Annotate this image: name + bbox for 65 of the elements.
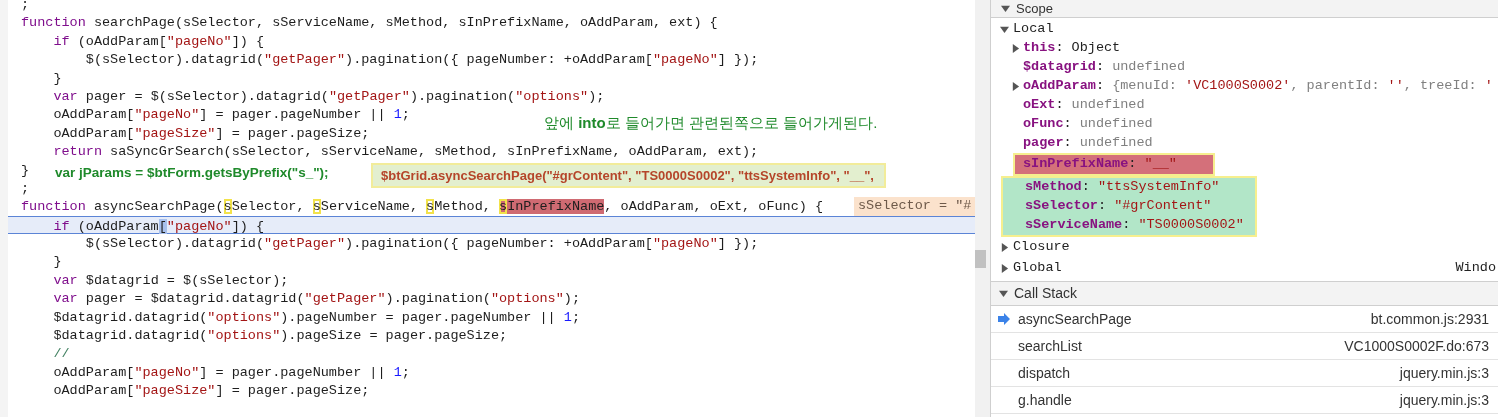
code-line: oAddParam["pageNo"] = pager.pageNumber || 1; xyxy=(52,363,410,382)
code-line: } xyxy=(21,161,30,180)
frame-location: bt.common.js:2931 xyxy=(1370,309,1489,329)
code-line: oAddParam["pageNo"] = pager.pageNumber || 1; xyxy=(52,106,410,125)
code-line: // xyxy=(52,345,70,364)
code-line: $(sSelector).datagrid("getPager").pagination({ pageNumber: +oAddParam["pageNo"] }); xyxy=(84,235,759,254)
annotation-note: var jParams = $btForm.getsByPrefix("s_"); xyxy=(55,164,329,182)
code-line: oAddParam["pageSize"] = pager.pageSize; xyxy=(52,124,370,143)
scope-title[interactable]: Local xyxy=(1013,19,1054,40)
scope-title[interactable]: Closure xyxy=(1013,237,1070,258)
code-line: return saSyncGrSearch(sSelector, sServiceName, sMethod, sInPrefixName, oAddParam, ext); xyxy=(52,143,759,162)
section-header[interactable]: Scope xyxy=(991,0,1498,18)
collapsed-triangle-icon[interactable] xyxy=(1000,264,1009,273)
frame-name: searchList xyxy=(1018,336,1082,356)
code-line: if (oAddParam["pageNo"]) { xyxy=(52,217,265,236)
section-title: Call Stack xyxy=(1014,284,1078,303)
scope-value: Windo xyxy=(1455,259,1496,278)
code-line: var pager = $(sSelector).datagrid("getPager").pagination("options"); xyxy=(52,87,605,106)
collapsed-triangle-icon[interactable] xyxy=(1000,243,1009,252)
code-line: if (oAddParam["pageNo"]) { xyxy=(52,32,265,51)
scope-variable: oExt: undefined xyxy=(1023,96,1145,115)
inline-value: sSelector = "# xyxy=(854,197,975,216)
call-frame[interactable]: asyncSearchPage bt.common.js:2931 xyxy=(991,306,1498,333)
frame-name: dispatch xyxy=(1018,363,1071,383)
current-frame-icon xyxy=(998,313,1010,325)
callout-box: $btGrid.asyncSearchPage("#grContent", "TS0000S0002", "ttsSystemInfo", "__", xyxy=(371,163,886,188)
scope-variable: $datagrid: undefined xyxy=(1023,58,1186,77)
call-frame[interactable]: dispatch jquery.min.js:3 xyxy=(991,360,1498,387)
code-line: $datagrid.datagrid("options").pageNumber = pager.pageNumber || 1; xyxy=(52,308,581,327)
call-frame[interactable]: g.handle jquery.min.js:3 xyxy=(991,387,1498,414)
code-line: var $datagrid = $(sSelector); xyxy=(52,271,289,290)
section-header[interactable]: Call Stack xyxy=(991,281,1498,306)
scrollbar-thumb[interactable] xyxy=(975,250,986,268)
collapsed-triangle-icon[interactable] xyxy=(1011,44,1020,53)
code-line: $(sSelector).datagrid("getPager").pagination({ pageNumber: +oAddParam["pageNo"] }); xyxy=(84,51,759,70)
code-line: ; xyxy=(21,0,30,14)
scope-title[interactable]: Global xyxy=(1013,258,1062,279)
code-line: } xyxy=(52,69,62,88)
frame-location: VC1000S0002F.do:673 xyxy=(1344,336,1489,356)
scope-variable: pager: undefined xyxy=(1023,134,1153,153)
scope-variable: sInPrefixName: "__" xyxy=(1023,155,1177,174)
expanded-triangle-icon[interactable] xyxy=(1001,4,1010,13)
section-title: Scope xyxy=(1016,0,1053,17)
scope-variable: sSelector: "#grContent" xyxy=(1025,197,1212,216)
code-line: var pager = $datagrid.datagrid("getPager").pagination("options"); xyxy=(52,290,581,309)
code-line: } xyxy=(52,253,62,272)
expanded-triangle-icon[interactable] xyxy=(1000,25,1009,34)
frame-location: jquery.min.js:3 xyxy=(1399,363,1489,383)
scope-variable: this: Object xyxy=(1023,39,1121,58)
scope-variable: oAddParam: {menuId: 'VC1000S0002', parentId: '', treeId: ' xyxy=(1023,77,1493,96)
code-line: $datagrid.datagrid("options").pageSize = pager.pageSize; xyxy=(52,327,508,346)
collapsed-triangle-icon[interactable] xyxy=(1011,82,1020,91)
code-line: ; xyxy=(21,179,30,198)
frame-name: asyncSearchPage xyxy=(1018,309,1132,329)
scrollbar[interactable] xyxy=(975,0,990,417)
scope-variable: sMethod: "ttsSystemInfo" xyxy=(1025,178,1220,197)
scope-variable: oFunc: undefined xyxy=(1023,115,1153,134)
frame-location: jquery.min.js:3 xyxy=(1399,390,1489,410)
code-line: function searchPage(sSelector, sServiceName, sMethod, sInPrefixName, oAddParam, ext) { xyxy=(21,14,718,33)
expanded-triangle-icon[interactable] xyxy=(999,289,1008,298)
code-line: oAddParam["pageSize"] = pager.pageSize; xyxy=(52,382,370,401)
annotation-note: 앞에 into로 들어가면 관련된쪽으로 들어가게된다. xyxy=(544,114,878,132)
call-frame[interactable]: searchList VC1000S0002F.do:673 xyxy=(991,333,1498,360)
frame-name: g.handle xyxy=(1018,390,1072,410)
scope-variable: sServiceName: "TS0000S0002" xyxy=(1025,216,1244,235)
